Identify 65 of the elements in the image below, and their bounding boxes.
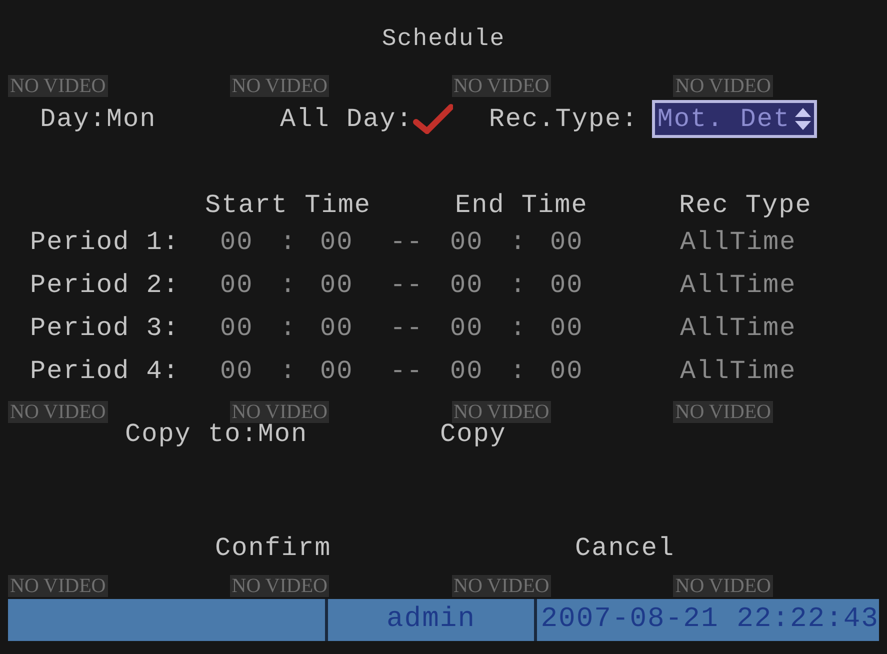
checkbox[interactable]: [412, 102, 453, 134]
time-separator: :: [280, 226, 298, 256]
period-rec-type[interactable]: AllTime: [680, 356, 887, 386]
column-header: Rec Type: [679, 190, 812, 220]
user-name: admin: [386, 605, 476, 635]
no-video-label: NO VIDEO: [8, 575, 108, 597]
no-video-label: NO VIDEO: [230, 401, 330, 423]
start-minute[interactable]: 00: [320, 356, 390, 386]
checkmark-icon: [412, 104, 453, 134]
no-video-label: NO VIDEO: [673, 401, 773, 423]
range-dash: --: [390, 356, 424, 386]
time-separator: :: [280, 312, 298, 342]
copy-to-field[interactable]: Copy to:Mon: [125, 420, 440, 448]
column-header: Start Time: [205, 190, 372, 220]
rec-type-label: Rec.Type:: [488, 104, 638, 134]
screen-title: Schedule: [382, 26, 506, 54]
no-video-label: NO VIDEO: [452, 75, 552, 97]
period-label: Period 2:: [30, 270, 180, 300]
end-minute[interactable]: 00: [550, 226, 680, 256]
period-rec-type[interactable]: AllTime: [680, 226, 887, 256]
time-separator: :: [510, 356, 528, 386]
cancel-button[interactable]: Cancel: [575, 533, 675, 563]
start-hour[interactable]: 00: [220, 356, 280, 386]
start-minute[interactable]: 00: [320, 312, 390, 342]
range-dash: --: [390, 226, 424, 256]
end-minute[interactable]: 00: [550, 270, 680, 300]
start-minute[interactable]: 00: [320, 270, 390, 300]
no-video-label: NO VIDEO: [452, 401, 552, 423]
start-minute[interactable]: 00: [320, 226, 390, 256]
up-down-arrows-icon: [794, 106, 812, 132]
period-label: Period 1:: [30, 226, 180, 256]
time-separator: :: [280, 356, 298, 386]
time-separator: :: [510, 226, 528, 256]
time-separator: :: [280, 270, 298, 300]
rec-type-select[interactable]: Mot. Det: [652, 100, 818, 138]
no-video-label: NO VIDEO: [230, 75, 330, 97]
end-hour[interactable]: 00: [450, 270, 510, 300]
no-video-label: NO VIDEO: [452, 575, 552, 597]
confirm-button[interactable]: Confirm: [215, 533, 575, 563]
end-minute[interactable]: 00: [550, 356, 680, 386]
period-label: Period 3:: [30, 312, 180, 342]
no-video-label: NO VIDEO: [673, 575, 773, 597]
time-separator: :: [510, 270, 528, 300]
range-dash: --: [390, 270, 424, 300]
start-hour[interactable]: 00: [220, 270, 280, 300]
all-day-label: All Day:: [280, 104, 413, 134]
period-rec-type[interactable]: AllTime: [680, 312, 887, 342]
end-hour[interactable]: 00: [450, 356, 510, 386]
day-field[interactable]: Day:Mon: [40, 104, 280, 134]
time-separator: :: [510, 312, 528, 342]
end-hour[interactable]: 00: [450, 226, 510, 256]
end-minute[interactable]: 00: [550, 312, 680, 342]
no-video-label: NO VIDEO: [230, 575, 330, 597]
start-hour[interactable]: 00: [220, 312, 280, 342]
range-dash: --: [390, 312, 424, 342]
column-header: End Time: [455, 190, 589, 220]
period-label: Period 4:: [30, 356, 180, 386]
no-video-label: NO VIDEO: [8, 75, 108, 97]
period-rec-type[interactable]: AllTime: [680, 270, 887, 300]
no-video-label: NO VIDEO: [8, 401, 108, 423]
end-hour[interactable]: 00: [450, 312, 510, 342]
date-time: 2007-08-21 22:22:43: [540, 605, 879, 635]
no-video-label: NO VIDEO: [673, 75, 773, 97]
start-hour[interactable]: 00: [220, 226, 280, 256]
copy-button[interactable]: Copy: [440, 420, 506, 448]
